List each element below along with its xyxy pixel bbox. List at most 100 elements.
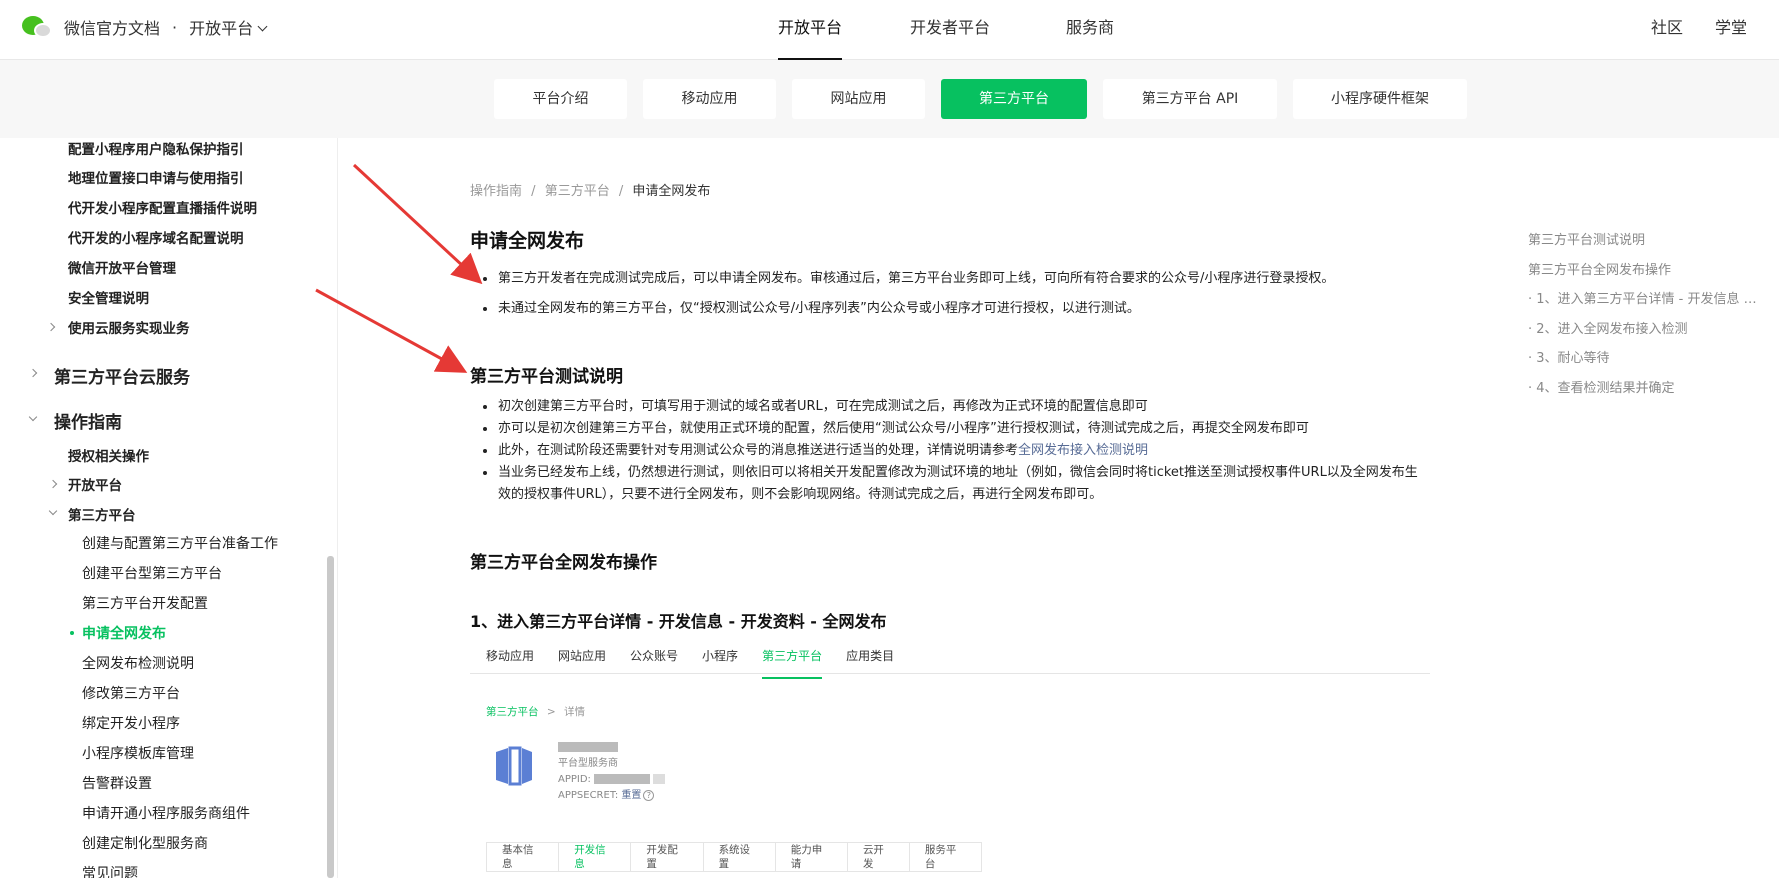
screenshot-crumb-root: 第三方平台 (486, 706, 539, 718)
toc-item[interactable]: 第三方平台全网发布操作 (1528, 256, 1758, 286)
main-tabs: 开放平台 开发者平台 服务商 (760, 0, 1180, 60)
brand-title: 微信官方文档 (64, 19, 161, 38)
sidebar-item[interactable]: 微信开放平台管理 (68, 257, 176, 277)
sidebar: 配置小程序用户隐私保护指引 地理位置接口申请与使用指引 代开发小程序配置直播插件… (0, 138, 338, 878)
list-item: 此外，在测试阶段还需要针对专用测试公众号的消息推送进行适当的处理，详情说明请参考… (470, 440, 1430, 462)
subtab-third-party-api[interactable]: 第三方平台 API (1103, 79, 1277, 119)
sidebar-item[interactable]: 常见问题 (82, 863, 138, 878)
chevron-right-icon (46, 322, 56, 332)
sidebar-item[interactable]: 告警群设置 (82, 773, 152, 793)
chevron-down-icon (28, 412, 38, 422)
screenshot-bottom-tab: 基本信息 (487, 843, 560, 871)
screenshot-tab: 小程序 (702, 649, 739, 663)
sidebar-item[interactable]: 第三方平台开发配置 (82, 593, 208, 613)
tab-developer-platform[interactable]: 开发者平台 (900, 0, 1000, 60)
section-switcher[interactable]: 开放平台 (189, 15, 268, 39)
screenshot-tab: 公众账号 (630, 649, 679, 663)
sidebar-item[interactable]: 创建平台型第三方平台 (82, 563, 222, 583)
sidebar-item[interactable]: 代开发小程序配置直播插件说明 (68, 197, 257, 217)
breadcrumb-current: 申请全网发布 (632, 184, 711, 199)
section-title-test: 第三方平台测试说明 (470, 367, 623, 387)
sidebar-item[interactable]: 修改第三方平台 (82, 683, 180, 703)
sidebar-item[interactable]: 地理位置接口申请与使用指引 (68, 167, 244, 187)
active-dot-icon (70, 631, 74, 635)
sidebar-item-cloud[interactable]: 使用云服务实现业务 (68, 317, 190, 337)
list-item: 第三方开发者在完成测试完成后，可以申请全网发布。审核通过后，第三方平台业务即可上… (470, 268, 1430, 290)
sidebar-item[interactable]: 开放平台 (68, 474, 122, 494)
tab-service-provider[interactable]: 服务商 (1040, 0, 1140, 60)
screenshot-bottom-tab: 服务平台 (924, 844, 957, 870)
subtab-website-app[interactable]: 网站应用 (792, 79, 925, 119)
sidebar-item-active[interactable]: 申请全网发布 (82, 623, 166, 643)
sidebar-item[interactable]: 配置小程序用户隐私保护指引 (68, 138, 244, 158)
list-item: 当业务已经发布上线，仍然想进行测试，则依旧可以将相关开发配置修改为测试环境的地址… (470, 462, 1430, 506)
sub-nav: 平台介绍 移动应用 网站应用 第三方平台 第三方平台 API 小程序硬件框架 (0, 60, 1779, 138)
screenshot-bottom-tab-active: 开发信息 (559, 843, 632, 871)
screenshot-tab: 移动应用 (486, 649, 535, 663)
screenshot-tab: 应用类目 (846, 649, 895, 663)
screenshot-tab: 网站应用 (558, 649, 607, 663)
screenshot-bottom-tab: 系统设置 (704, 843, 776, 871)
sidebar-item[interactable]: 第三方平台 (68, 504, 136, 524)
section-label: 开放平台 (189, 19, 254, 38)
screenshot-bottom-tab: 开发配置 (631, 843, 704, 871)
subtab-hardware-framework[interactable]: 小程序硬件框架 (1293, 79, 1467, 119)
sidebar-item[interactable]: 创建与配置第三方平台准备工作 (82, 533, 278, 553)
intro-list: 第三方开发者在完成测试完成后，可以申请全网发布。审核通过后，第三方平台业务即可上… (470, 268, 1430, 320)
subtab-third-party[interactable]: 第三方平台 (941, 79, 1087, 119)
screenshot-bottom-tab: 能力申请 (776, 843, 848, 871)
breadcrumb-third-party[interactable]: 第三方平台 (545, 184, 610, 199)
table-of-contents: 第三方平台测试说明 第三方平台全网发布操作 · 1、进入第三方平台详情 - 开发… (1528, 226, 1758, 403)
toc-item[interactable]: · 1、进入第三方平台详情 - 开发信息 - 开发资料 - 全网发布 (1528, 285, 1758, 315)
sidebar-item[interactable]: 小程序模板库管理 (82, 743, 194, 763)
detection-doc-link[interactable]: 全网发布接入检测说明 (1018, 443, 1148, 458)
appsecret-label: APPSECRET: (558, 790, 619, 801)
sidebar-item[interactable]: 安全管理说明 (68, 287, 149, 307)
main-content: 操作指南 / 第三方平台 / 申请全网发布 申请全网发布 第三方开发者在完成测试… (338, 138, 1438, 878)
platform-logo-icon (496, 746, 532, 786)
redacted-name (558, 742, 618, 752)
reset-link: 重置 (621, 790, 642, 801)
sidebar-section-cloud-service[interactable]: 第三方平台云服务 (54, 363, 190, 388)
breadcrumb-guide[interactable]: 操作指南 (470, 184, 522, 199)
subtab-mobile-app[interactable]: 移动应用 (643, 79, 776, 119)
subtab-platform-intro[interactable]: 平台介绍 (494, 79, 627, 119)
breadcrumb-separator: / (531, 184, 536, 199)
section-title-operation: 第三方平台全网发布操作 (470, 553, 657, 573)
chevron-right-icon (48, 479, 58, 489)
screenshot-platform-info: 平台型服务商 APPID: APPSECRET: 重置? (558, 740, 666, 804)
page-title: 申请全网发布 (470, 230, 585, 252)
right-links: 社区 学堂 (1651, 0, 1779, 56)
academy-link[interactable]: 学堂 (1715, 0, 1747, 56)
top-nav: 微信官方文档 · 开放平台 开放平台 开发者平台 服务商 社区 学堂 (0, 0, 1779, 60)
sidebar-scrollbar[interactable] (327, 556, 334, 878)
brand-separator: · (172, 17, 178, 37)
breadcrumb: 操作指南 / 第三方平台 / 申请全网发布 (470, 180, 710, 199)
screenshot-tabs: 移动应用 网站应用 公众账号 小程序 第三方平台 应用类目 (470, 644, 1430, 679)
sidebar-section-guide[interactable]: 操作指南 (54, 408, 122, 433)
list-item: 未通过全网发布的第三方平台，仅“授权测试公众号/小程序列表”内公众号或小程序才可… (470, 298, 1430, 320)
toc-item[interactable]: · 2、进入全网发布接入检测 (1528, 315, 1758, 345)
sidebar-item[interactable]: 全网发布检测说明 (82, 653, 194, 673)
community-link[interactable]: 社区 (1651, 0, 1683, 56)
embedded-screenshot: 移动应用 网站应用 公众账号 小程序 第三方平台 应用类目 第三方平台 > 详情… (470, 644, 1430, 878)
sidebar-item[interactable]: 绑定开发小程序 (82, 713, 180, 733)
appid-label: APPID: (558, 774, 591, 785)
sidebar-item[interactable]: 授权相关操作 (68, 445, 149, 465)
sidebar-item[interactable]: 代开发的小程序域名配置说明 (68, 227, 244, 247)
toc-item[interactable]: · 4、查看检测结果并确定 (1528, 374, 1758, 404)
screenshot-bottom-tab: 云开发 (848, 843, 910, 871)
sidebar-item[interactable]: 创建定制化型服务商 (82, 833, 208, 853)
tab-open-platform[interactable]: 开放平台 (760, 0, 860, 60)
screenshot-bottom-tabs: 基本信息 开发信息 开发配置 系统设置 能力申请 云开发 服务平台 (486, 842, 982, 872)
test-list: 初次创建第三方平台时，可填写用于测试的域名或者URL，可在完成测试之后，再修改为… (470, 396, 1430, 506)
help-icon: ? (643, 790, 655, 801)
redacted-appid (653, 774, 666, 784)
toc-item[interactable]: · 3、耐心等待 (1528, 344, 1758, 374)
screenshot-crumb-separator: > (546, 706, 556, 718)
sidebar-item[interactable]: 申请开通小程序服务商组件 (82, 803, 250, 823)
brand[interactable]: 微信官方文档 · 开放平台 (22, 14, 268, 40)
list-item: 初次创建第三方平台时，可填写用于测试的域名或者URL，可在完成测试之后，再修改为… (470, 396, 1430, 418)
screenshot-crumb-leaf: 详情 (564, 706, 585, 718)
toc-item[interactable]: 第三方平台测试说明 (1528, 226, 1758, 256)
